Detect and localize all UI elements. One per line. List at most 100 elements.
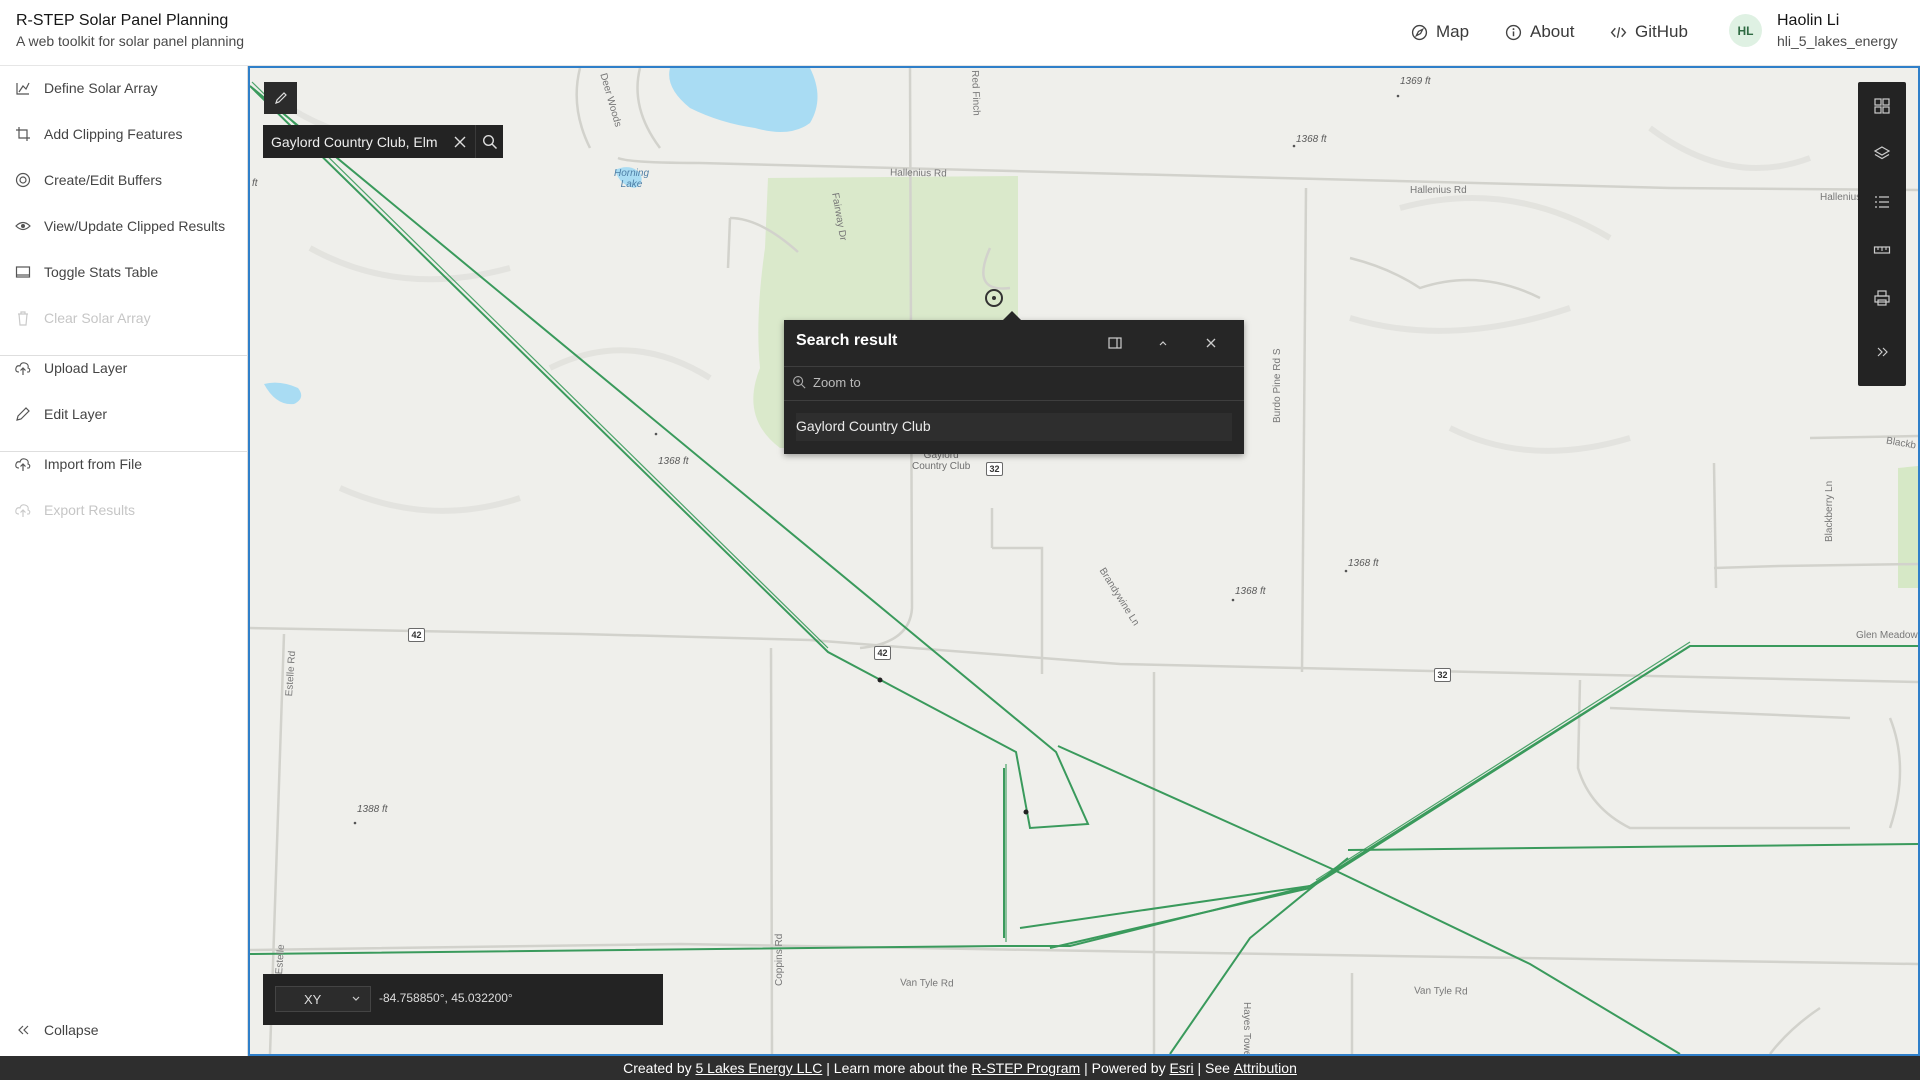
- sidebar-item-upload-layer[interactable]: Upload Layer: [0, 346, 248, 390]
- sidebar-item-label: Create/Edit Buffers: [44, 172, 163, 188]
- sidebar-item-toggle-stats-table[interactable]: Toggle Stats Table: [0, 250, 248, 294]
- sidebar-item-label: Import from File: [44, 456, 143, 472]
- popup-divider: [784, 366, 1244, 367]
- dock-icon: [1108, 337, 1122, 349]
- nav-map[interactable]: Map: [1411, 21, 1469, 43]
- buffer-icon: [15, 172, 31, 188]
- sidebar-item-define-solar-array[interactable]: Define Solar Array: [0, 66, 248, 110]
- footer-link-program[interactable]: R-STEP Program: [972, 1060, 1081, 1076]
- eye-icon: [15, 221, 31, 231]
- road-label-burdo-pine: Burdo Pine Rd S: [1272, 348, 1283, 424]
- double-chevron-left-icon: [18, 1025, 29, 1035]
- basemap-gallery-button[interactable]: [1858, 82, 1906, 130]
- print-button[interactable]: [1858, 274, 1906, 322]
- footer-see: See: [1205, 1060, 1234, 1076]
- route-shield: 42: [408, 628, 425, 642]
- footer-separator: |: [1193, 1060, 1206, 1076]
- footer: Created by 5 Lakes Energy LLC | Learn mo…: [0, 1056, 1920, 1080]
- basemap-gallery-icon: [1874, 98, 1890, 114]
- measure-button[interactable]: [1858, 226, 1906, 274]
- app-title: R-STEP Solar Panel Planning: [16, 12, 229, 29]
- nav-about[interactable]: About: [1505, 21, 1574, 43]
- elevation-label: ft: [252, 178, 258, 189]
- import-icon: [15, 458, 31, 471]
- elevation-label: 1368 ft: [1296, 134, 1327, 145]
- export-icon: [15, 504, 31, 517]
- define-array-icon: [16, 82, 30, 95]
- road-label-hallenius-2: Hallenius Rd: [1410, 185, 1467, 196]
- map-view[interactable]: Horning Lake Gaylord Country Club Hallen…: [248, 66, 1920, 1056]
- sidebar-item-add-clipping-features[interactable]: Add Clipping Features: [0, 112, 248, 156]
- compass-icon: [1411, 24, 1428, 40]
- chevron-down-icon: [352, 996, 360, 1001]
- close-icon: [454, 136, 466, 147]
- road-label-hallenius-1: Hallenius Rd: [889, 167, 947, 180]
- footer-link-attribution[interactable]: Attribution: [1234, 1060, 1297, 1076]
- route-shield: 32: [1434, 668, 1451, 682]
- collapse-button[interactable]: Collapse: [0, 1010, 248, 1050]
- sidebar-item-view-update-clipped-results[interactable]: View/Update Clipped Results: [0, 204, 248, 248]
- sidebar-item-export-results[interactable]: Export Results: [0, 488, 248, 532]
- clear-search-button[interactable]: [447, 125, 473, 158]
- footer-link-esri[interactable]: Esri: [1169, 1060, 1193, 1076]
- trash-icon: [18, 311, 28, 326]
- map-canvas[interactable]: [250, 68, 1918, 1054]
- nav-github[interactable]: GitHub: [1610, 21, 1688, 43]
- user-handle: hli_5_lakes_energy: [1777, 33, 1898, 49]
- footer-created-by: Created by: [623, 1060, 696, 1076]
- nav-github-label: GitHub: [1635, 22, 1688, 41]
- search-button[interactable]: [475, 125, 503, 158]
- user-name: Haolin Li: [1777, 12, 1840, 29]
- pencil-icon: [16, 407, 30, 421]
- park-east-edge: [1898, 466, 1918, 588]
- elevation-label: 1388 ft: [357, 804, 388, 815]
- footer-learn-more: Learn more about the: [833, 1060, 972, 1076]
- sidebar-item-label: Toggle Stats Table: [44, 264, 159, 280]
- search-input[interactable]: [263, 125, 445, 158]
- footer-separator: |: [822, 1060, 834, 1076]
- close-icon: [1206, 338, 1216, 348]
- sidebar: Define Solar Array Add Clipping Features…: [0, 66, 248, 1056]
- draw-tool-button[interactable]: [264, 82, 297, 114]
- map-toolbar: [1858, 82, 1906, 386]
- nav-about-label: About: [1530, 22, 1575, 41]
- road-label-van-tyle-2: Van Tyle Rd: [1413, 985, 1468, 998]
- tower-point: [1023, 809, 1029, 815]
- footer-link-company[interactable]: 5 Lakes Energy LLC: [696, 1060, 823, 1076]
- collapse-popup-button[interactable]: [1150, 330, 1176, 356]
- double-chevron-right-icon: [1877, 347, 1888, 357]
- sidebar-item-label: Add Clipping Features: [44, 126, 183, 142]
- sidebar-item-import-from-file[interactable]: Import from File: [0, 442, 248, 486]
- zoom-to-button[interactable]: Zoom to: [792, 368, 861, 396]
- coordinate-format-select[interactable]: XY: [275, 986, 371, 1012]
- sidebar-item-label: Edit Layer: [44, 406, 108, 422]
- sidebar-item-label: Export Results: [44, 502, 136, 518]
- road-label-glen-meadow: Glen Meadow: [1856, 630, 1918, 641]
- elevation-label: 1368 ft: [658, 456, 689, 467]
- popup-divider: [784, 400, 1244, 401]
- expand-toolbar-button[interactable]: [1858, 328, 1906, 376]
- road-label-red-finch: Red Finch: [969, 70, 982, 116]
- road-label-coppins: Coppins Rd: [774, 933, 785, 986]
- lake-north: [669, 68, 818, 132]
- chevron-up-icon: [1159, 341, 1167, 346]
- dock-button[interactable]: [1102, 330, 1128, 356]
- route-shield: 32: [986, 462, 1003, 476]
- code-icon: [1610, 26, 1627, 38]
- sidebar-item-label: Define Solar Array: [44, 80, 158, 96]
- popup-result-text: Gaylord Country Club: [796, 413, 1232, 441]
- close-popup-button[interactable]: [1198, 330, 1224, 356]
- sidebar-item-label: View/Update Clipped Results: [44, 218, 226, 234]
- sidebar-item-edit-layer[interactable]: Edit Layer: [0, 392, 248, 436]
- road-label-estelle-2: Estelle: [274, 944, 288, 975]
- elevation-label: 1369 ft: [1400, 76, 1431, 87]
- layers-icon: [1873, 146, 1891, 160]
- pencil-icon: [274, 92, 287, 104]
- sidebar-item-create-edit-buffers[interactable]: Create/Edit Buffers: [0, 158, 248, 202]
- road-label-hayes-tower: Hayes Tower Rd: [1241, 1002, 1252, 1056]
- legend-button[interactable]: [1858, 178, 1906, 226]
- avatar[interactable]: HL: [1729, 14, 1762, 47]
- layer-list-button[interactable]: [1858, 130, 1906, 178]
- search-icon: [482, 134, 497, 149]
- sidebar-item-clear-solar-array[interactable]: Clear Solar Array: [0, 296, 248, 340]
